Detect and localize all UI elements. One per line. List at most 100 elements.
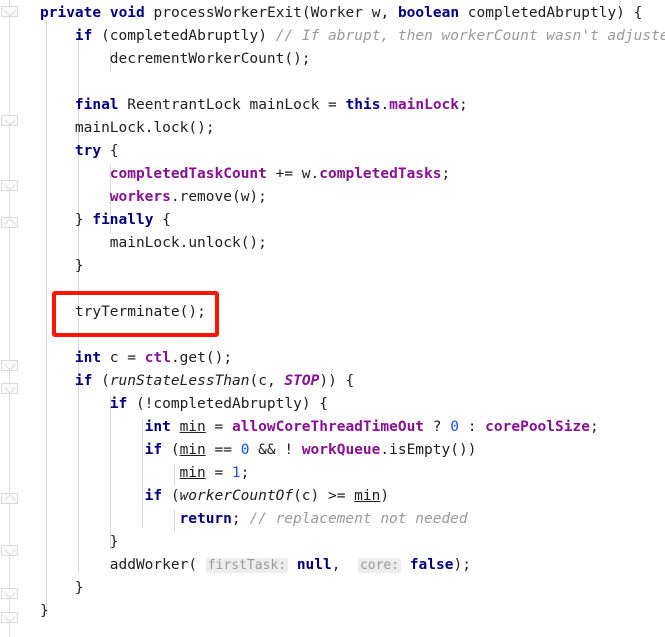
indent-guide bbox=[142, 418, 143, 528]
code-token-pl: (c, bbox=[249, 373, 285, 389]
code-line[interactable]: mainLock.unlock(); bbox=[110, 232, 267, 255]
code-token-lv: min bbox=[179, 442, 206, 458]
code-line[interactable]: } bbox=[40, 600, 49, 623]
code-token-cmt: // If abrupt, then workerCount wasn't ad… bbox=[275, 28, 665, 44]
indent-guide bbox=[174, 510, 175, 532]
code-line[interactable]: } bbox=[110, 531, 119, 554]
code-token-kw: if bbox=[144, 488, 163, 504]
code-token-pl: : bbox=[458, 419, 486, 435]
code-line[interactable]: decrementWorkerCount(); bbox=[110, 48, 311, 71]
code-token-kw: if bbox=[109, 396, 128, 412]
code-line[interactable]: } bbox=[75, 577, 84, 600]
code-token-fld: ctl bbox=[144, 350, 171, 366]
code-token-pl: ; bbox=[240, 465, 250, 481]
code-token-smth: runStateLessThan bbox=[109, 373, 250, 389]
code-token-pl: mainLock.lock(); bbox=[74, 120, 215, 136]
code-line[interactable]: private void processWorkerExit(Worker w,… bbox=[40, 2, 642, 25]
code-line[interactable]: addWorker( firstTask: null, core: false)… bbox=[110, 554, 471, 577]
code-token-smth: workerCountOf bbox=[179, 488, 294, 504]
code-token-kw: return bbox=[179, 511, 232, 527]
code-token-pl: = bbox=[205, 419, 232, 435]
code-token-pl: . bbox=[380, 97, 390, 113]
code-line[interactable]: min = 1; bbox=[180, 462, 250, 485]
code-line[interactable]: if (!completedAbruptly) { bbox=[110, 393, 328, 416]
code-token-pl: ; bbox=[231, 511, 250, 527]
code-token-pl: .isEmpty()) bbox=[380, 442, 477, 458]
code-token-pl: processWorkerExit(Worker w, bbox=[144, 5, 398, 21]
code-token-pl: (completedAbruptly) bbox=[92, 28, 276, 44]
code-token-pl: ; bbox=[589, 419, 599, 435]
code-token-pl: ReentrantLock mainLock = bbox=[118, 97, 346, 113]
code-token-pl: ; bbox=[459, 97, 468, 113]
code-token-pl: completedAbruptly) { bbox=[459, 5, 643, 21]
code-editor-pane[interactable]: private void processWorkerExit(Worker w,… bbox=[0, 0, 665, 637]
code-token-pl: ); bbox=[453, 557, 471, 573]
code-token-pl: .remove(w); bbox=[170, 189, 267, 205]
code-token-fld: corePoolSize bbox=[485, 419, 590, 435]
code-token-pl: decrementWorkerCount(); bbox=[109, 51, 311, 67]
code-token-kw: false bbox=[409, 557, 454, 573]
code-token-kw: int bbox=[74, 350, 102, 366]
tryterminate-annotation-box bbox=[52, 291, 219, 337]
code-token-pl: && ! bbox=[249, 442, 294, 458]
code-token-pl: ; bbox=[441, 166, 451, 182]
code-token-kw: if bbox=[74, 28, 93, 44]
code-token-pl: c = bbox=[101, 350, 145, 366]
code-line[interactable]: if (completedAbruptly) // If abrupt, the… bbox=[75, 25, 665, 48]
code-token-pl: ? bbox=[424, 419, 451, 435]
code-token-kw: final bbox=[74, 97, 119, 113]
code-token-pl: ( bbox=[162, 488, 180, 504]
code-token-kw: boolean bbox=[397, 5, 460, 21]
code-line[interactable]: if (runStateLessThan(c, STOP)) { bbox=[75, 370, 354, 393]
code-token-hint: firstTask: bbox=[205, 558, 289, 573]
code-token-pl: } bbox=[74, 212, 93, 228]
code-token-pl: = bbox=[205, 465, 232, 481]
code-line[interactable]: } bbox=[75, 255, 84, 278]
code-line[interactable]: int min = allowCoreThreadTimeOut ? 0 : c… bbox=[145, 416, 599, 439]
code-token-fld: workers bbox=[109, 189, 171, 205]
code-token-pl: } bbox=[40, 603, 49, 619]
code-token-pl: == bbox=[205, 442, 241, 458]
code-line[interactable]: if (workerCountOf(c) >= min) bbox=[145, 485, 389, 508]
code-token-pl: { bbox=[153, 212, 171, 228]
code-token-hint: core: bbox=[357, 558, 402, 573]
code-token-pl: } bbox=[74, 258, 84, 274]
code-token-kw: null bbox=[296, 557, 332, 573]
code-token-pl: { bbox=[101, 143, 119, 159]
code-line[interactable]: try { bbox=[75, 140, 119, 163]
code-line[interactable]: } finally { bbox=[75, 209, 171, 232]
code-token-pl: )) { bbox=[319, 373, 355, 389]
code-line[interactable]: completedTaskCount += w.completedTasks; bbox=[110, 163, 450, 186]
code-token-num: 1 bbox=[231, 465, 241, 481]
code-token-kw: int bbox=[144, 419, 171, 435]
code-token-kw: void bbox=[109, 5, 145, 21]
code-token-kw: this bbox=[345, 97, 381, 113]
code-token-lv: min bbox=[179, 465, 206, 481]
code-token-kw: if bbox=[74, 373, 93, 389]
code-token-fld: mainLock bbox=[389, 97, 460, 113]
code-token-lv: min bbox=[179, 419, 206, 435]
code-token-cmt: // replacement not needed bbox=[249, 511, 468, 527]
code-line[interactable]: workers.remove(w); bbox=[110, 186, 267, 209]
code-line[interactable]: int c = ctl.get(); bbox=[75, 347, 232, 370]
code-line[interactable]: return; // replacement not needed bbox=[180, 508, 468, 531]
code-line[interactable]: final ReentrantLock mainLock = this.main… bbox=[75, 94, 468, 117]
code-token-kw: if bbox=[144, 442, 163, 458]
code-line[interactable]: mainLock.lock(); bbox=[75, 117, 215, 140]
code-token-pl: += w. bbox=[266, 166, 320, 182]
code-token-kw: private bbox=[40, 5, 102, 21]
code-token-lv: min bbox=[354, 488, 381, 504]
code-token-pl: ) bbox=[380, 488, 390, 504]
code-line[interactable]: if (min == 0 && ! workQueue.isEmpty()) bbox=[145, 439, 477, 462]
code-token-fld: completedTaskCount bbox=[109, 166, 267, 182]
code-token-pl: } bbox=[74, 580, 84, 596]
code-token-kw: finally bbox=[92, 212, 154, 228]
code-token-pl: ( bbox=[162, 442, 180, 458]
code-token-fld: workQueue bbox=[301, 442, 381, 458]
